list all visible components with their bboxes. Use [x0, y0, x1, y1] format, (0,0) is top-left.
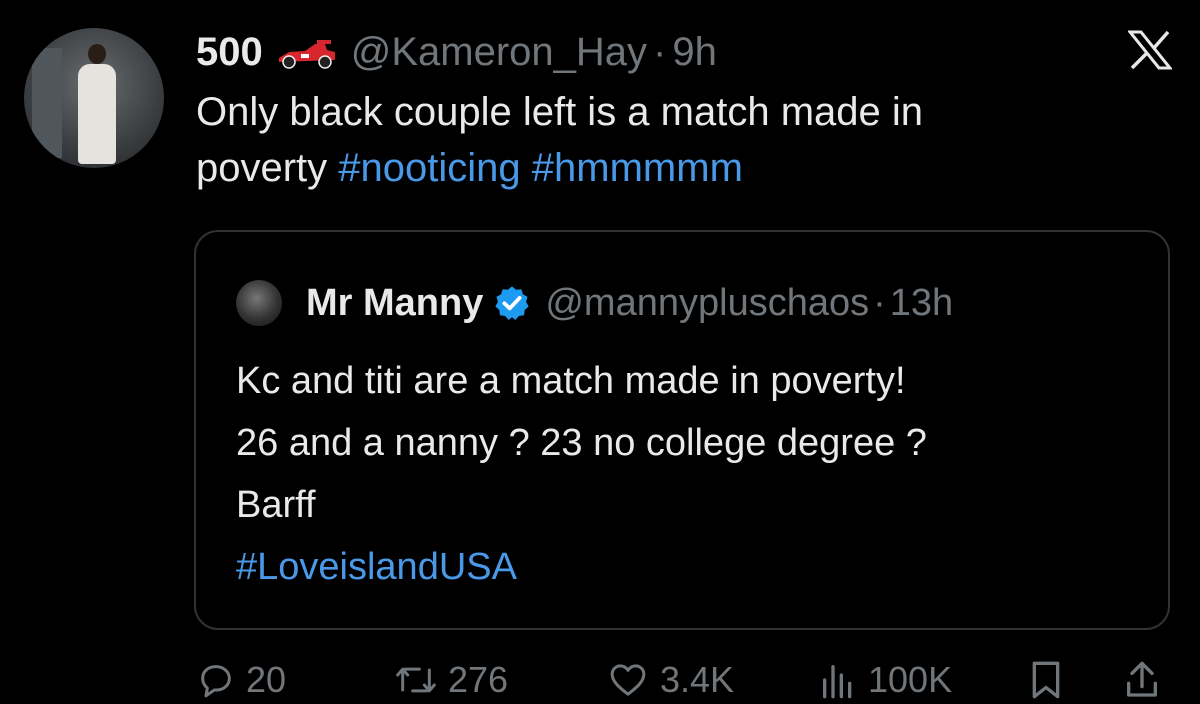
like-button[interactable]: 3.4K — [606, 656, 734, 704]
quoted-tweet-time[interactable]: 13h — [890, 282, 953, 325]
like-count: 3.4K — [660, 659, 735, 700]
quoted-author-avatar[interactable] — [236, 280, 282, 326]
tweet-text-plain: poverty — [196, 146, 339, 190]
verified-badge-icon — [495, 286, 529, 320]
separator-dot: · — [873, 281, 886, 324]
views-button[interactable]: 100K — [818, 656, 952, 704]
action-bar: 20 276 3.4K 100K — [0, 656, 1200, 704]
reply-button[interactable]: 20 — [196, 656, 286, 704]
hashtag-link[interactable]: #LoveislandUSA — [236, 536, 1136, 598]
avatar-figure — [76, 42, 116, 164]
hashtag-link[interactable]: #nooticing — [338, 146, 520, 190]
tweet-text-line-1: Only black couple left is a match made i… — [196, 90, 924, 134]
tweet-header: 500 @Kameron_Hay · 9h — [196, 24, 717, 80]
tweet-text: Only black couple left is a match made i… — [196, 84, 1156, 196]
quoted-author-handle[interactable]: @mannypluschaos — [545, 282, 869, 325]
tweet-text-line-2: poverty #nooticing #hmmmmm — [196, 140, 1156, 196]
views-icon — [823, 665, 852, 699]
repost-button[interactable]: 276 — [394, 656, 508, 704]
race-car-icon — [278, 40, 335, 69]
quoted-tweet-text: Kc and titi are a match made in poverty!… — [236, 350, 1136, 598]
quoted-text-line: Barff — [236, 484, 316, 526]
heart-icon — [610, 664, 646, 696]
quoted-author-name[interactable]: Mr Manny — [306, 282, 483, 325]
bookmark-icon — [1032, 661, 1060, 699]
tweet-time[interactable]: 9h — [672, 30, 717, 75]
bookmark-button[interactable] — [1026, 656, 1076, 704]
author-avatar[interactable] — [24, 28, 164, 168]
hashtag-link[interactable]: #hmmmmm — [532, 146, 743, 190]
quoted-text-line: 26 and a nanny ? 23 no college degree ? — [236, 422, 927, 464]
reply-icon — [201, 665, 231, 698]
avatar-background — [32, 48, 62, 158]
separator-dot: · — [653, 29, 667, 74]
author-name[interactable]: 500 — [196, 30, 263, 75]
tweet: 500 @Kameron_Hay · 9h Only black couple … — [0, 0, 1200, 704]
quoted-tweet-header: Mr Manny @mannypluschaos · 13h — [236, 278, 953, 328]
reply-count: 20 — [246, 659, 287, 700]
repost-count: 276 — [448, 659, 509, 700]
share-icon — [1127, 661, 1157, 697]
views-count: 100K — [868, 659, 953, 700]
quoted-tweet[interactable]: Mr Manny @mannypluschaos · 13h Kc and ti… — [194, 230, 1170, 630]
author-handle[interactable]: @Kameron_Hay — [351, 30, 647, 75]
x-logo-icon[interactable] — [1128, 30, 1172, 70]
repost-icon — [396, 667, 436, 693]
quoted-text-line: Kc and titi are a match made in poverty! — [236, 360, 906, 402]
share-button[interactable] — [1122, 656, 1172, 704]
